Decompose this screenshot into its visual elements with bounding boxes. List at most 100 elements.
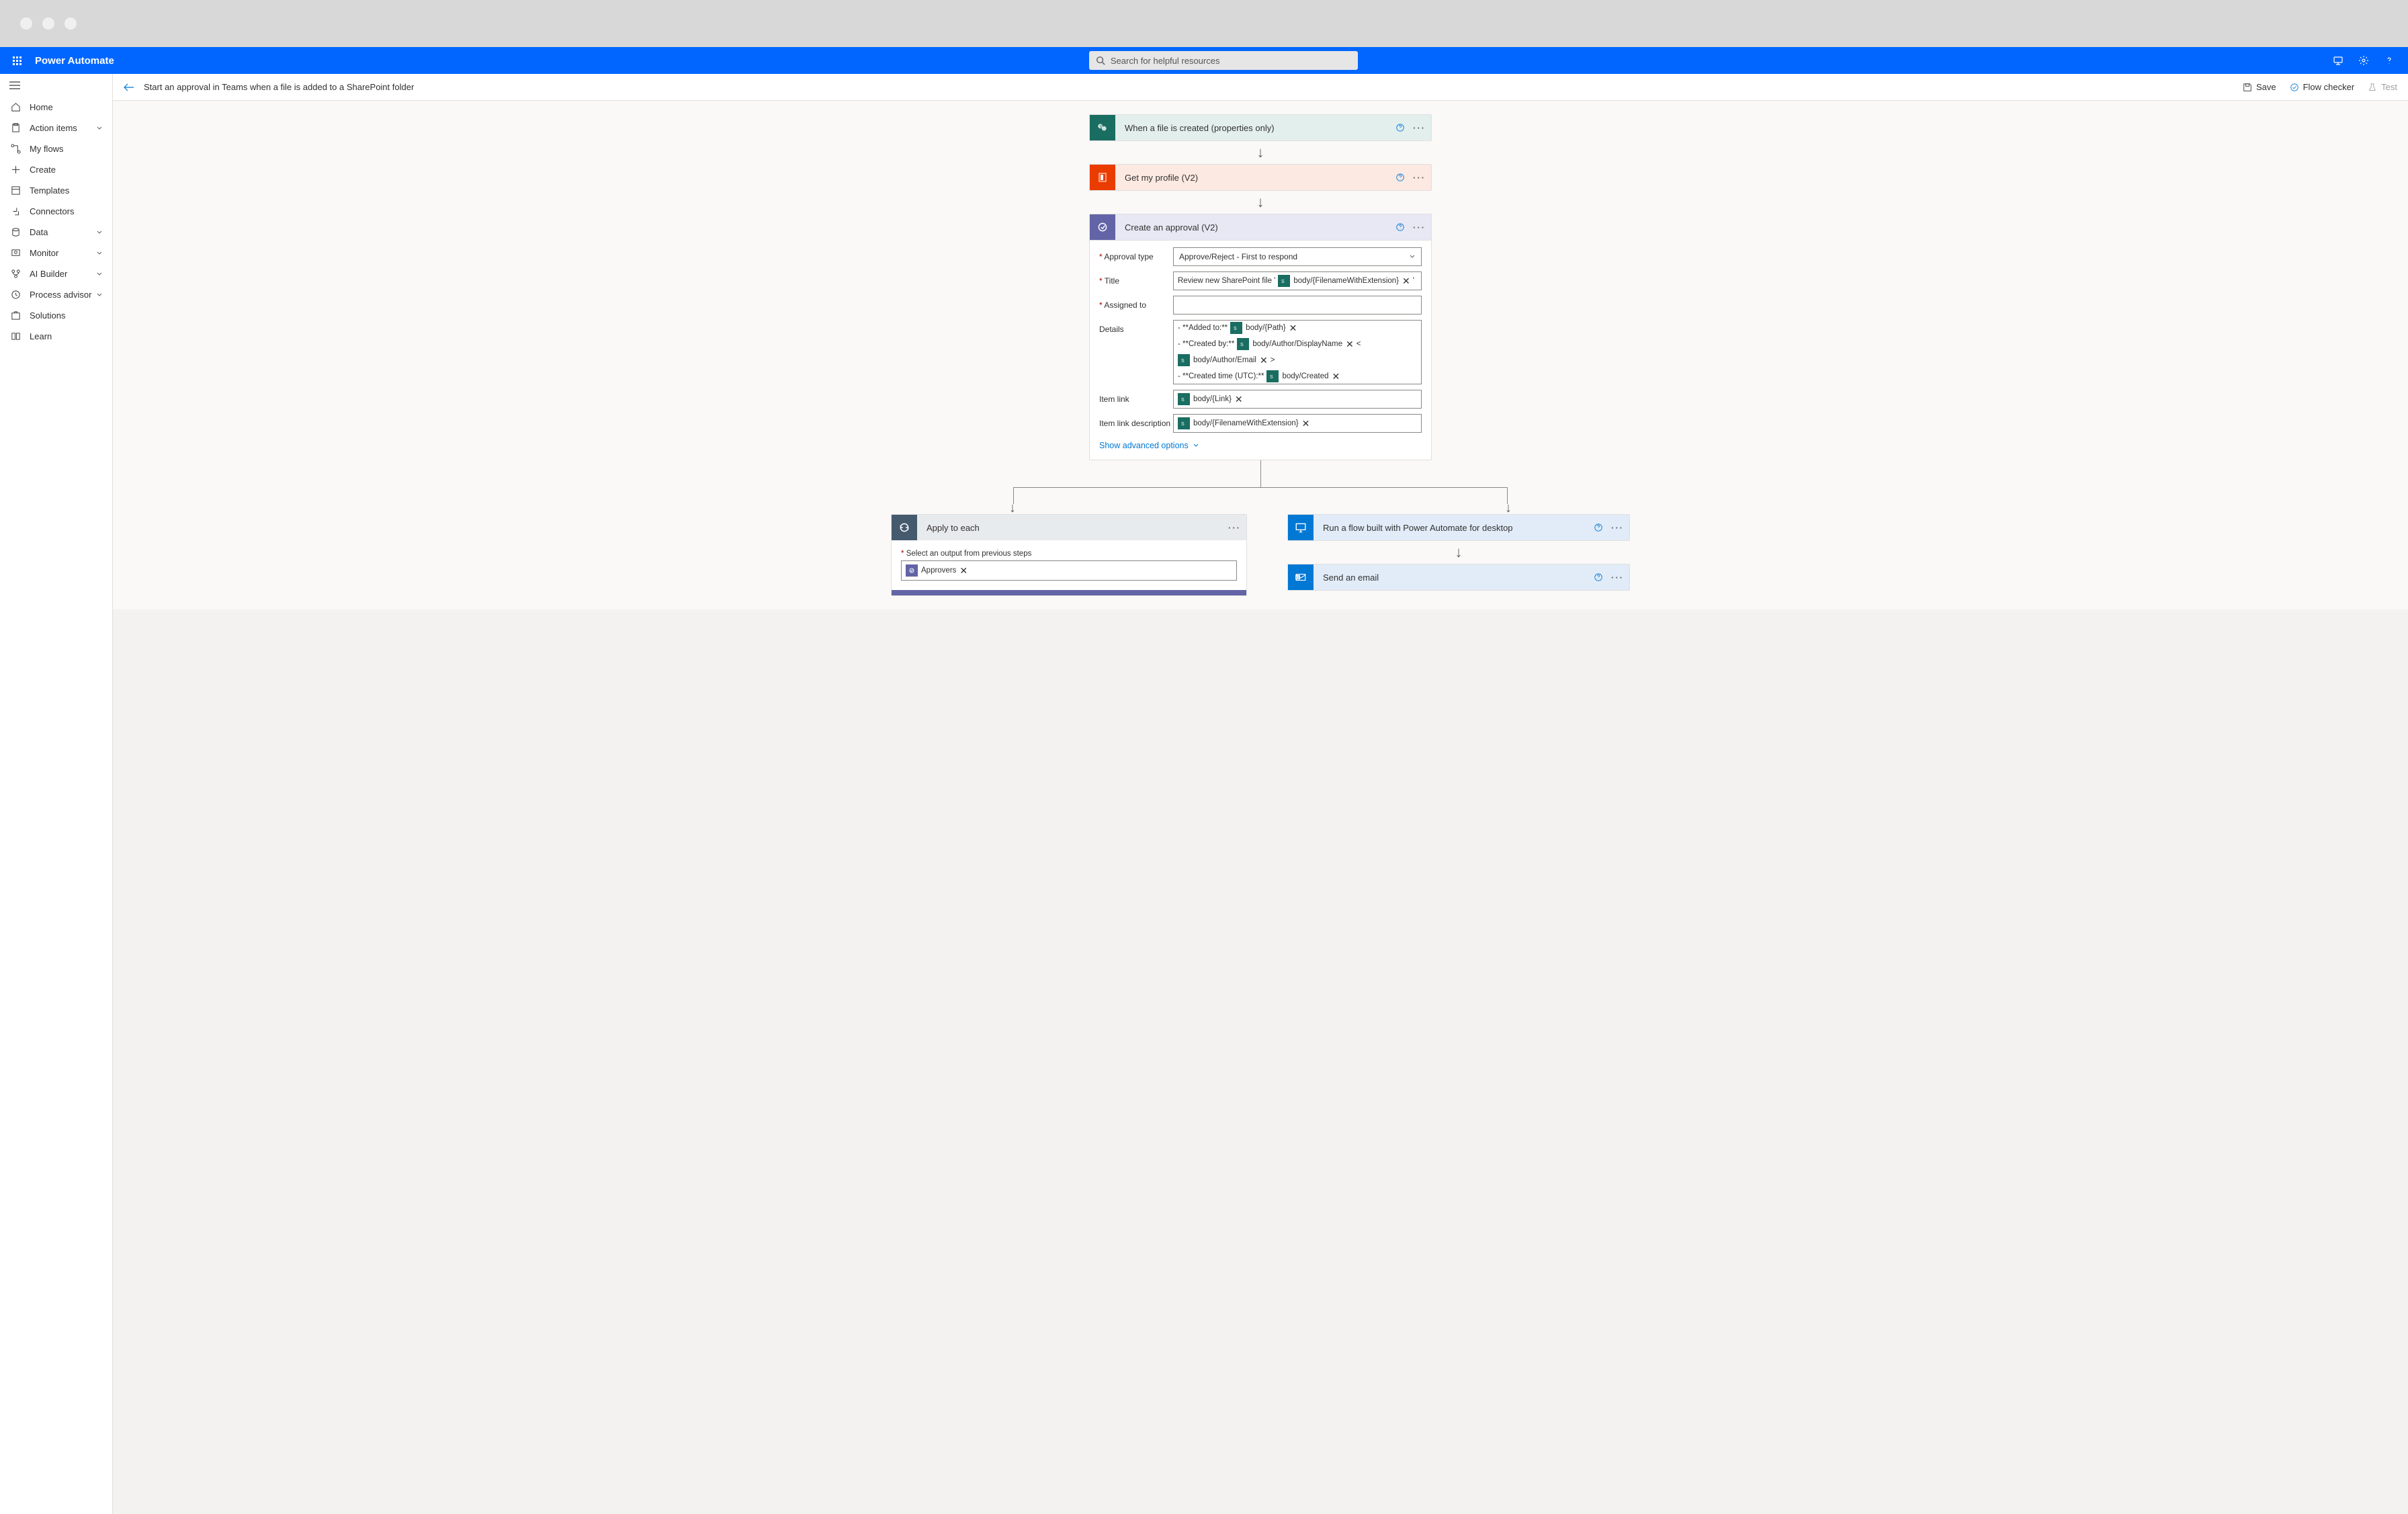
window-chrome [0,0,2408,47]
remove-token-button[interactable]: ✕ [1260,355,1268,366]
chevron-down-icon [96,292,103,298]
hamburger-button[interactable] [0,74,112,97]
remove-token-button[interactable]: ✕ [1402,276,1410,287]
help-icon[interactable] [1594,523,1603,533]
remove-token-button[interactable]: ✕ [1346,339,1354,350]
output-label: * Select an output from previous steps [901,550,1237,558]
flow-title: Start an approval in Teams when a file i… [144,82,2243,92]
sidebar-item-ai-builder[interactable]: AI Builder [0,263,112,284]
sidebar-item-label: Connectors [30,206,74,216]
svg-text:S: S [1181,422,1185,427]
sharepoint-token-icon: S [1278,275,1290,287]
step-send-email[interactable]: O Send an email ··· [1287,564,1630,591]
details-input[interactable]: - **Added to:** Sbody/{Path}✕ - **Create… [1173,320,1422,384]
sidebar-item-label: Data [30,227,48,237]
sidebar-item-label: Home [30,102,53,112]
more-menu-button[interactable]: ··· [1228,523,1241,533]
dynamic-token[interactable]: Sbody/Author/DisplayName✕ [1237,338,1353,350]
more-menu-button[interactable]: ··· [1611,573,1624,583]
arrow-down-icon: ↓ [1257,144,1264,161]
step-apply-to-each: Apply to each ··· * Select an output fro… [891,514,1247,596]
arrow-down-icon: ↓ [1505,501,1512,516]
step-get-profile[interactable]: Get my profile (V2) ··· [1089,164,1432,191]
svg-text:S: S [1234,327,1237,331]
remove-token-button[interactable]: ✕ [959,565,968,577]
chevron-down-icon [96,271,103,278]
environment-icon[interactable] [2333,55,2344,66]
sidebar-item-my-flows[interactable]: My flows [0,138,112,159]
chevron-down-icon [1409,253,1416,260]
svg-text:S: S [1181,359,1185,364]
sidebar-item-label: Process advisor [30,290,91,300]
title-input[interactable]: Review new SharePoint file ' S body/{Fil… [1173,271,1422,290]
search-placeholder: Search for helpful resources [1111,56,1220,66]
show-advanced-link[interactable]: Show advanced options [1099,438,1422,453]
monitor-icon [9,248,22,258]
back-button[interactable] [124,83,134,91]
dynamic-token[interactable]: Sbody/{FilenameWithExtension}✕ [1178,417,1309,429]
sidebar-item-solutions[interactable]: Solutions [0,305,112,326]
output-select-input[interactable]: Approvers ✕ [901,560,1237,581]
checker-icon [2290,83,2299,92]
sidebar-item-process-advisor[interactable]: Process advisor [0,284,112,305]
sidebar-item-action-items[interactable]: Action items [0,118,112,138]
more-menu-button[interactable]: ··· [1611,523,1624,533]
sidebar-item-data[interactable]: Data [0,222,112,243]
help-icon[interactable] [1594,573,1603,583]
remove-token-button[interactable]: ✕ [1302,418,1310,429]
help-icon[interactable] [2384,55,2395,66]
sharepoint-icon: S [1090,115,1115,140]
step-run-desktop-flow[interactable]: Run a flow built with Power Automate for… [1287,514,1630,541]
step-header[interactable]: Create an approval (V2) ··· [1090,214,1431,240]
loop-icon [892,515,917,540]
dynamic-token[interactable]: Sbody/{Link}✕ [1178,393,1243,405]
flow-checker-button[interactable]: Flow checker [2290,82,2355,92]
remove-token-button[interactable]: ✕ [1289,323,1297,334]
dynamic-token[interactable]: S body/{FilenameWithExtension} ✕ [1278,275,1410,287]
dynamic-token[interactable]: Sbody/Created✕ [1266,370,1340,382]
step-when-file-created[interactable]: S When a file is created (properties onl… [1089,114,1432,141]
search-input[interactable]: Search for helpful resources [1089,51,1358,70]
search-icon [1096,56,1105,65]
step-title: Create an approval (V2) [1115,222,1395,233]
step-header[interactable]: Apply to each ··· [892,515,1246,540]
dynamic-token[interactable]: Approvers ✕ [906,564,968,577]
sharepoint-token-icon: S [1266,370,1279,382]
save-button[interactable]: Save [2243,82,2276,92]
item-link-desc-input[interactable]: Sbody/{FilenameWithExtension}✕ [1173,414,1422,433]
desktop-icon [1288,515,1314,540]
assigned-to-input[interactable] [1173,296,1422,314]
more-menu-button[interactable]: ··· [1413,222,1426,233]
plus-icon [9,165,22,175]
remove-token-button[interactable]: ✕ [1235,394,1243,405]
dynamic-token[interactable]: Sbody/{Path}✕ [1230,322,1297,334]
sidebar-item-monitor[interactable]: Monitor [0,243,112,263]
svg-text:S: S [1270,375,1273,380]
step-title: Get my profile (V2) [1115,173,1395,183]
app-launcher-button[interactable] [7,56,27,65]
nested-step-stub [892,590,1246,595]
settings-icon[interactable] [2358,55,2369,66]
help-icon[interactable] [1395,123,1405,133]
help-icon[interactable] [1395,222,1405,233]
clipboard-icon [9,123,22,133]
sidebar-item-connectors[interactable]: Connectors [0,201,112,222]
step-create-approval: Create an approval (V2) ··· * Approval t… [1089,214,1432,460]
item-link-input[interactable]: Sbody/{Link}✕ [1173,390,1422,409]
connector-line [1260,460,1261,487]
chevron-down-icon [96,250,103,257]
help-icon[interactable] [1395,173,1405,183]
sidebar-item-label: Learn [30,331,52,341]
sidebar-item-create[interactable]: Create [0,159,112,180]
remove-token-button[interactable]: ✕ [1332,371,1340,382]
more-menu-button[interactable]: ··· [1413,123,1426,133]
more-menu-button[interactable]: ··· [1413,173,1426,183]
sidebar-item-home[interactable]: Home [0,97,112,118]
sidebar-item-templates[interactable]: Templates [0,180,112,201]
test-button[interactable]: Test [2368,82,2397,92]
learn-icon [9,331,22,341]
process-icon [9,290,22,300]
sidebar-item-learn[interactable]: Learn [0,326,112,347]
approval-type-select[interactable]: Approve/Reject - First to respond [1173,247,1422,266]
dynamic-token[interactable]: Sbody/Author/Email✕ [1178,354,1268,366]
